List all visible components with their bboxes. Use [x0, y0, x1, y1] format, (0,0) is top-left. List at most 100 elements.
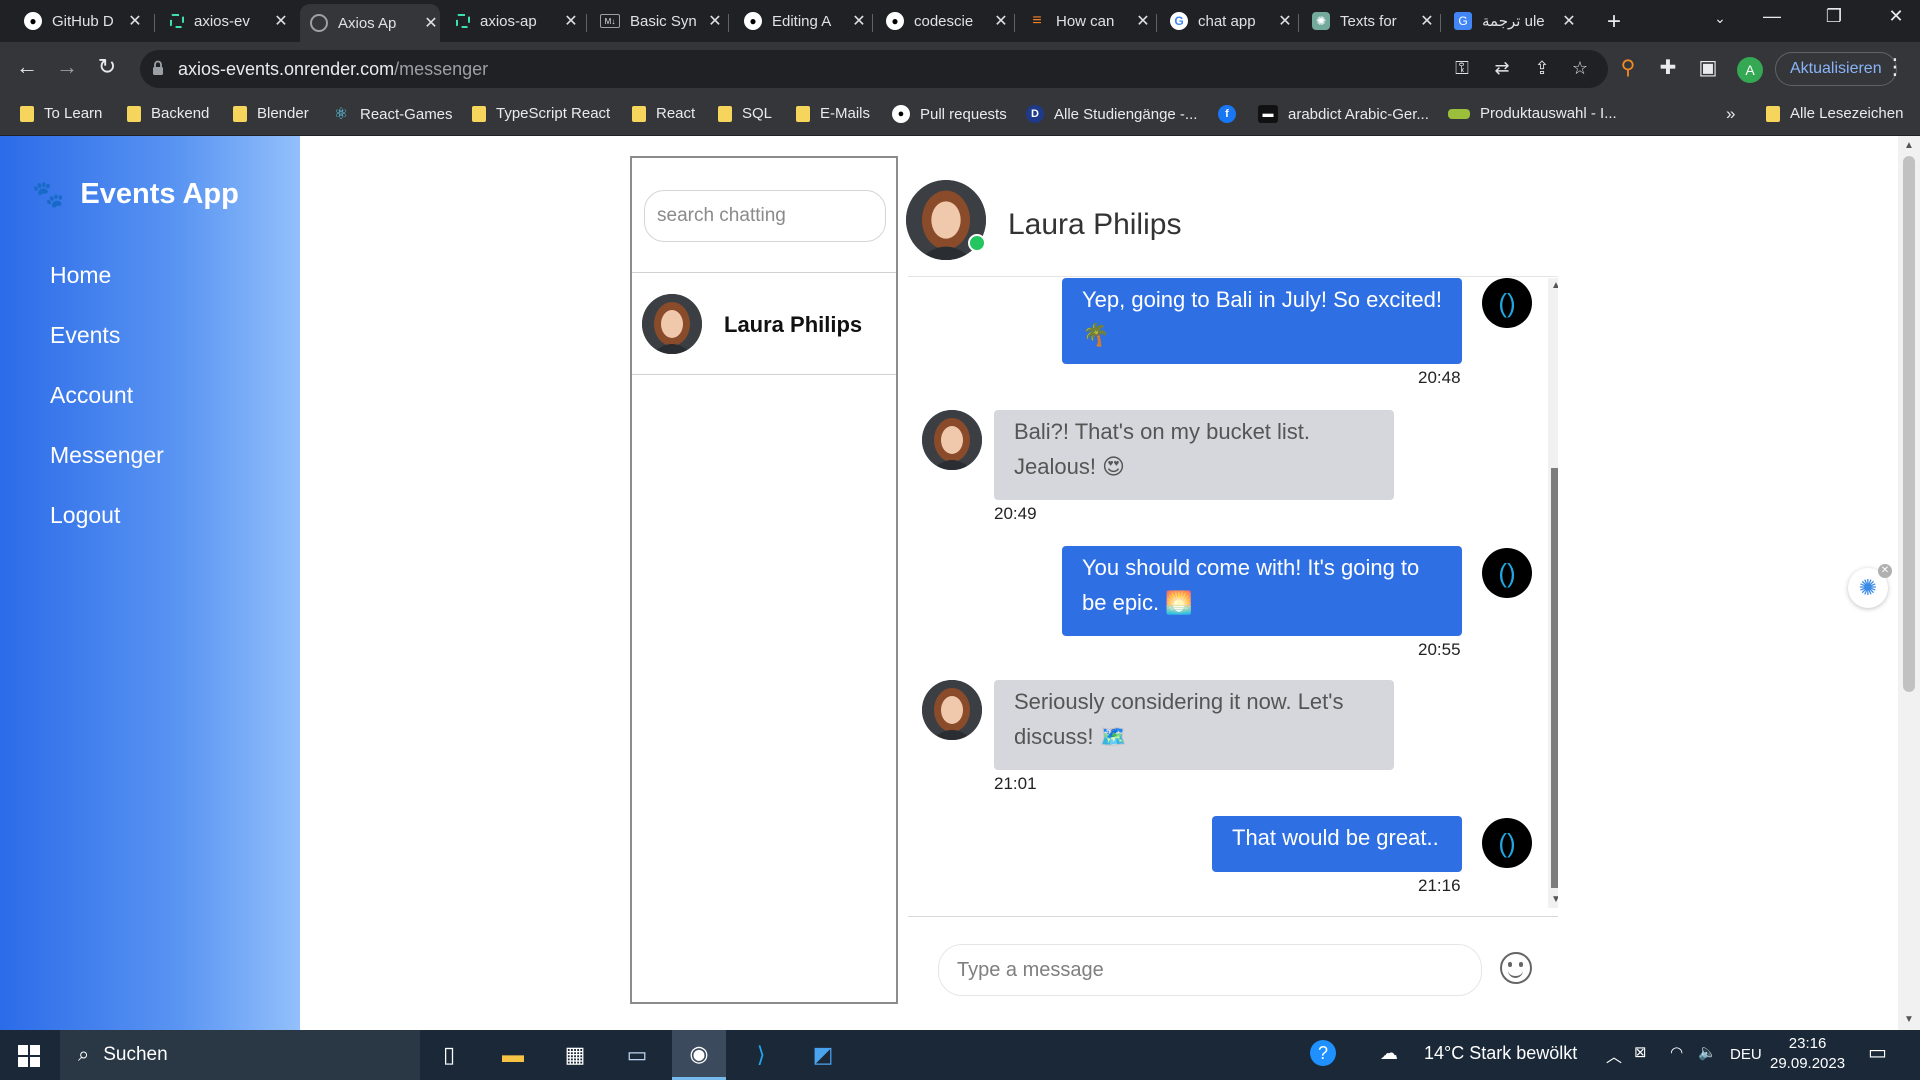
weather-text[interactable]: 14°C Stark bewölkt: [1424, 1043, 1577, 1064]
volume-muted-icon[interactable]: 🔈: [1698, 1043, 1717, 1061]
new-tab-plus-icon[interactable]: +: [1600, 8, 1628, 36]
close-icon[interactable]: ✕: [992, 11, 1010, 31]
tray-chevron-icon[interactable]: ︿: [1606, 1043, 1622, 1067]
tab-chat-app[interactable]: G chat app ✕: [1160, 6, 1294, 36]
close-icon[interactable]: ✕: [1276, 11, 1294, 31]
tab-editing[interactable]: ● Editing A ✕: [734, 6, 868, 36]
bookmark-star-icon[interactable]: ☆: [1568, 58, 1592, 79]
scrollbar-thumb[interactable]: [1551, 468, 1558, 888]
bookmark-studiengaenge[interactable]: D Alle Studiengänge -...: [1026, 105, 1197, 123]
contact-laura-philips[interactable]: Laura Philips: [632, 274, 896, 374]
address-bar[interactable]: axios-events.onrender.com/messenger ⚿ ⇄ …: [140, 50, 1608, 88]
tab-axios-events[interactable]: axios-ev ✕: [160, 6, 290, 36]
tab-axios-app-active[interactable]: Axios Ap ✕: [300, 4, 440, 42]
page-scrollbar-thumb[interactable]: [1903, 156, 1915, 692]
messages-scrollbar[interactable]: ▲ ▼: [1548, 278, 1558, 908]
translate-page-icon[interactable]: ⇄: [1490, 58, 1514, 79]
side-panel-icon[interactable]: ▣: [1694, 55, 1722, 80]
bookmarks-bar: To Learn Backend Blender ⚛ React-Games Ty…: [0, 96, 1920, 136]
bookmark-produktauswahl[interactable]: Produktauswahl - I...: [1448, 105, 1617, 122]
scroll-up-arrow-icon[interactable]: ▲: [1551, 280, 1558, 291]
windows-start-icon[interactable]: [18, 1045, 40, 1067]
bookmark-emails[interactable]: E-Mails: [796, 105, 870, 122]
nav-events[interactable]: Events: [50, 320, 164, 380]
chrome-icon[interactable]: ◉: [672, 1030, 726, 1080]
bookmark-typescript-react[interactable]: TypeScript React: [472, 105, 610, 122]
clock-date: 29.09.2023: [1770, 1055, 1846, 1072]
update-button[interactable]: Aktualisieren: [1775, 52, 1897, 86]
taskbar-search[interactable]: ⌕ Suchen: [60, 1030, 420, 1080]
close-icon[interactable]: ✕: [126, 11, 144, 31]
restore-icon[interactable]: ❐: [1814, 6, 1854, 27]
tab-axios-app[interactable]: axios-ap ✕: [446, 6, 580, 36]
search-chatting-input[interactable]: [644, 190, 886, 242]
forward-arrow-icon[interactable]: →: [52, 54, 82, 80]
emoji-picker-icon[interactable]: [1500, 952, 1532, 984]
messages-list[interactable]: Yep, going to Bali in July! So excited! …: [908, 278, 1558, 908]
close-icon[interactable]: ✕: [422, 13, 440, 33]
tab-texts-for[interactable]: ✺ Texts for ✕: [1302, 6, 1436, 36]
store-icon[interactable]: ▦: [548, 1030, 602, 1080]
all-bookmarks[interactable]: Alle Lesezeichen: [1766, 105, 1903, 122]
reload-icon[interactable]: ↻: [92, 54, 122, 80]
wifi-icon[interactable]: ◠: [1670, 1043, 1683, 1061]
share-icon[interactable]: ⇪: [1530, 58, 1554, 79]
close-icon[interactable]: ✕: [1418, 11, 1436, 31]
tab-search-chevron-icon[interactable]: ⌄: [1700, 10, 1740, 27]
close-icon[interactable]: ✕: [706, 11, 724, 31]
bookmark-blender[interactable]: Blender: [233, 105, 309, 122]
close-icon[interactable]: ✕: [562, 11, 580, 31]
profile-avatar[interactable]: A: [1737, 57, 1763, 83]
close-icon[interactable]: ✕: [272, 11, 290, 31]
file-explorer-icon[interactable]: ▬: [486, 1030, 540, 1080]
scroll-down-arrow-icon[interactable]: ▼: [1551, 894, 1558, 905]
network-status-icon[interactable]: ⊠: [1634, 1043, 1647, 1061]
remote-desktop-icon[interactable]: ▭: [610, 1030, 664, 1080]
help-icon[interactable]: ?: [1310, 1040, 1336, 1066]
key-icon[interactable]: ⚿: [1450, 58, 1474, 79]
bookmark-facebook[interactable]: f: [1218, 105, 1246, 123]
language-indicator[interactable]: DEU: [1730, 1046, 1762, 1063]
bookmark-arabdict[interactable]: ▬ arabdict Arabic-Ger...: [1258, 105, 1429, 123]
tab-how-can[interactable]: ≡ How can ✕: [1018, 6, 1152, 36]
bookmark-pull-requests[interactable]: ● Pull requests: [892, 105, 1007, 123]
close-icon[interactable]: ✕: [850, 11, 868, 31]
page-scrollbar[interactable]: ▲ ▼: [1898, 136, 1920, 1030]
app-logo-icon: (): [1498, 827, 1516, 858]
nav-logout[interactable]: Logout: [50, 500, 164, 560]
back-arrow-icon[interactable]: ←: [12, 54, 42, 80]
tab-basic-syntax[interactable]: M↓ Basic Syn ✕: [590, 6, 724, 36]
nav-account[interactable]: Account: [50, 380, 164, 440]
taskbar-clock[interactable]: 23:16 29.09.2023: [1770, 1034, 1845, 1074]
browser-menu-icon[interactable]: ⋮: [1884, 54, 1906, 80]
close-icon[interactable]: ✕: [1878, 564, 1892, 578]
tab-github[interactable]: ● GitHub D ✕: [14, 6, 144, 36]
scroll-down-arrow-icon[interactable]: ▼: [1903, 1014, 1915, 1025]
tab-codescie[interactable]: ● codescie ✕: [876, 6, 1010, 36]
bookmark-to-learn[interactable]: To Learn: [20, 105, 102, 122]
minimize-icon[interactable]: —: [1752, 6, 1792, 27]
bookmark-sql[interactable]: SQL: [718, 105, 772, 122]
bookmark-react-games[interactable]: ⚛ React-Games: [332, 105, 453, 124]
message-input[interactable]: [938, 944, 1482, 996]
bookmark-react[interactable]: React: [632, 105, 695, 122]
nav-home[interactable]: Home: [50, 260, 164, 320]
extension-orange-icon[interactable]: ⚲: [1614, 55, 1642, 80]
bookmark-backend[interactable]: Backend: [127, 105, 209, 122]
extensions-puzzle-icon[interactable]: ✚: [1654, 55, 1682, 80]
tab-translate[interactable]: G ترجمة ule ✕: [1444, 6, 1578, 36]
window-close-icon[interactable]: ✕: [1876, 6, 1916, 27]
floating-assistant-button[interactable]: ✺ ✕: [1848, 564, 1892, 608]
close-icon[interactable]: ✕: [1134, 11, 1152, 31]
notifications-icon[interactable]: ▭: [1868, 1040, 1887, 1065]
google-icon: G: [1170, 12, 1188, 30]
nav-messenger[interactable]: Messenger: [50, 440, 164, 500]
brand[interactable]: 🐾 Events App: [32, 178, 239, 211]
vscode-icon[interactable]: ⟩: [734, 1030, 788, 1080]
bookmarks-overflow-chevron[interactable]: »: [1726, 104, 1735, 124]
photos-icon[interactable]: ◩: [796, 1030, 850, 1080]
task-view-icon[interactable]: ▯: [422, 1030, 476, 1080]
weather-icon[interactable]: ☁: [1380, 1043, 1398, 1064]
scroll-up-arrow-icon[interactable]: ▲: [1903, 140, 1915, 151]
close-icon[interactable]: ✕: [1560, 11, 1578, 31]
